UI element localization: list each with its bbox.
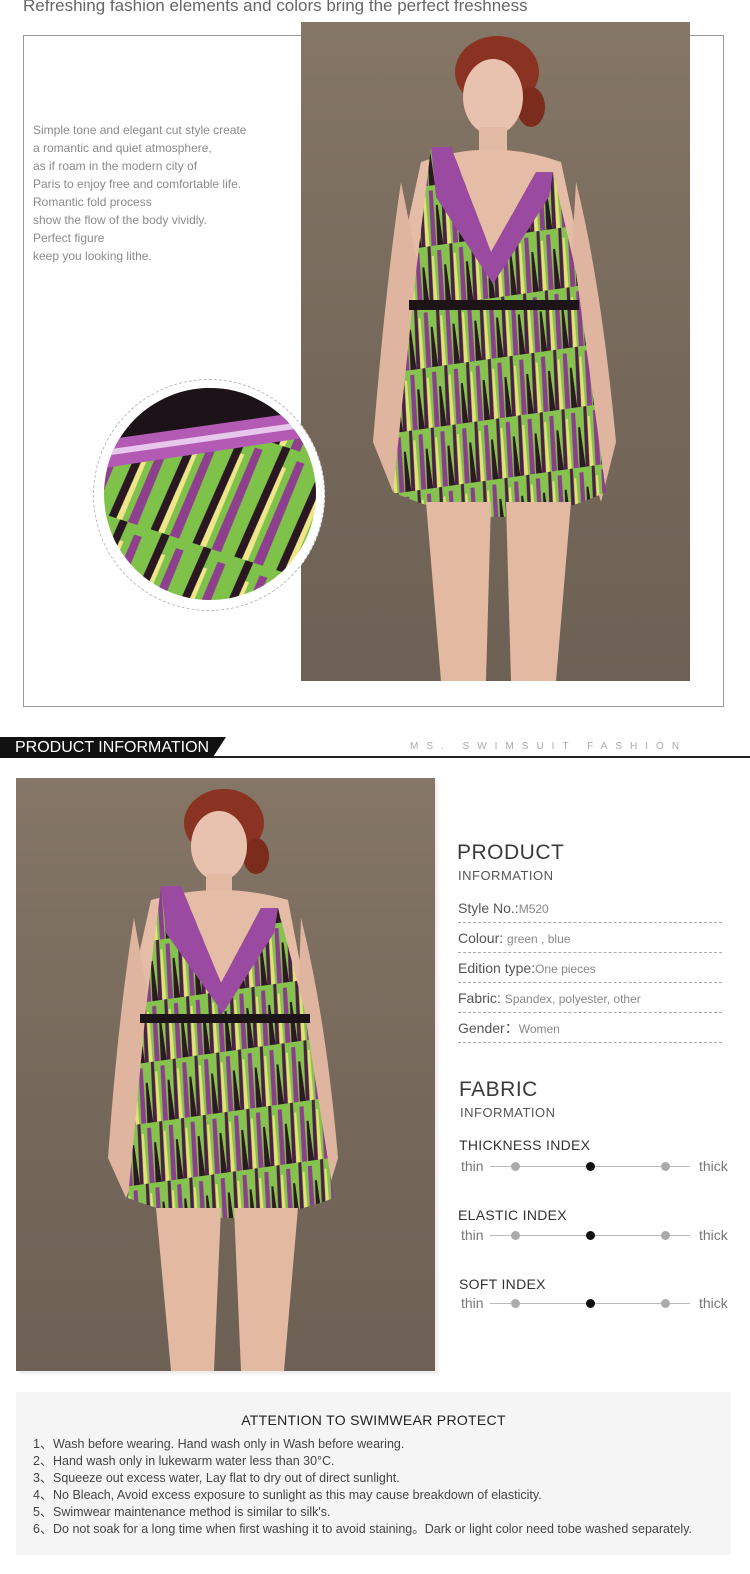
description-line: as if roam in the modern city of bbox=[33, 159, 198, 173]
item-number: 1、 bbox=[33, 1437, 53, 1451]
spec-label: Fabric: bbox=[458, 990, 505, 1006]
brand-tagline: MS. SWIMSUIT FASHION bbox=[410, 741, 688, 752]
item-text: No Bleach, Avoid excess exposure to sunl… bbox=[53, 1488, 542, 1502]
thickness-index-title: THICKNESS INDEX bbox=[459, 1137, 591, 1153]
item-number: 6、 bbox=[33, 1522, 53, 1536]
spec-row-colour: Colour: green , blue bbox=[458, 923, 722, 953]
item-number: 5、 bbox=[33, 1505, 53, 1519]
model-photo-product bbox=[16, 778, 435, 1371]
scale-min-label: thin bbox=[461, 1295, 484, 1311]
spec-value: green , blue bbox=[507, 932, 571, 946]
scale-dot bbox=[511, 1231, 520, 1240]
spec-row-fabric: Fabric: Spandex, polyester, other bbox=[458, 983, 722, 1013]
scale-min-label: thin bbox=[461, 1227, 484, 1243]
fabric-subtitle: INFORMATION bbox=[460, 1105, 556, 1120]
spec-label: Edition type: bbox=[458, 960, 536, 976]
description-line: Perfect figure bbox=[33, 231, 105, 245]
scale-dot bbox=[511, 1299, 520, 1308]
care-notice: ATTENTION TO SWIMWEAR PROTECT 1、Wash bef… bbox=[16, 1392, 731, 1555]
spec-value: Women bbox=[518, 1022, 560, 1036]
care-instruction: 1、Wash before wearing. Hand wash only in… bbox=[33, 1436, 692, 1453]
spec-row-edition: Edition type:One pieces bbox=[458, 953, 722, 983]
care-instructions-list: 1、Wash before wearing. Hand wash only in… bbox=[33, 1436, 692, 1538]
scale-dot bbox=[511, 1162, 520, 1171]
description-line: keep you looking lithe. bbox=[33, 249, 152, 263]
model-illustration bbox=[373, 36, 616, 681]
spec-value: M520 bbox=[518, 902, 549, 916]
spec-label: Colour: bbox=[458, 930, 508, 946]
scale-max-label: thick bbox=[699, 1295, 728, 1311]
spec-label: Style No.: bbox=[458, 900, 519, 916]
description-line: Paris to enjoy free and comfortable life… bbox=[33, 177, 242, 191]
care-instruction: 5、Swimwear maintenance method is similar… bbox=[33, 1504, 692, 1521]
soft-index-scale: thin thick bbox=[458, 1294, 738, 1312]
item-text: Hand wash only in lukewarm water less th… bbox=[53, 1454, 335, 1468]
section-label: PRODUCT INFORMATION bbox=[0, 737, 226, 758]
spec-row-style: Style No.:M520 bbox=[458, 893, 722, 923]
scale-dot-selected bbox=[586, 1231, 595, 1240]
description-line: Romantic fold process bbox=[33, 195, 152, 209]
care-instruction: 4、No Bleach, Avoid excess exposure to su… bbox=[33, 1487, 692, 1504]
spec-label: Gender： bbox=[458, 1020, 519, 1036]
care-instruction: 6、Do not soak for a long time when first… bbox=[33, 1521, 692, 1538]
scale-dot bbox=[661, 1162, 670, 1171]
care-notice-title: ATTENTION TO SWIMWEAR PROTECT bbox=[241, 1412, 506, 1428]
soft-index-title: SOFT INDEX bbox=[459, 1276, 546, 1292]
product-subtitle: INFORMATION bbox=[458, 868, 554, 883]
scale-dot-selected bbox=[586, 1162, 595, 1171]
fabric-title: FABRIC bbox=[459, 1078, 538, 1101]
model-illustration bbox=[108, 789, 338, 1371]
section-heading: Refreshing fashion elements and colors b… bbox=[23, 0, 528, 15]
item-number: 3、 bbox=[33, 1471, 53, 1485]
elastic-index-title: ELASTIC INDEX bbox=[458, 1207, 567, 1223]
scale-max-label: thick bbox=[699, 1227, 728, 1243]
scale-min-label: thin bbox=[461, 1158, 484, 1174]
spec-row-gender: Gender：Women bbox=[458, 1013, 722, 1043]
fabric-detail-image bbox=[104, 388, 316, 600]
item-number: 4、 bbox=[33, 1488, 53, 1502]
item-number: 2、 bbox=[33, 1454, 53, 1468]
scale-dot-selected bbox=[586, 1299, 595, 1308]
feature-description: Simple tone and elegant cut style create… bbox=[33, 121, 283, 265]
scale-dot bbox=[661, 1231, 670, 1240]
care-instruction: 3、Squeeze out excess water, Lay flat to … bbox=[33, 1470, 692, 1487]
spec-value: Spandex, polyester, other bbox=[504, 992, 641, 1006]
spec-value: One pieces bbox=[535, 962, 596, 976]
care-instruction: 2、Hand wash only in lukewarm water less … bbox=[33, 1453, 692, 1470]
product-title: PRODUCT bbox=[457, 841, 565, 864]
description-line: show the flow of the body vividly. bbox=[33, 213, 207, 227]
item-text: Do not soak for a long time when first w… bbox=[53, 1522, 692, 1536]
description-line: a romantic and quiet atmosphere, bbox=[33, 141, 212, 155]
thickness-index-scale: thin thick bbox=[458, 1157, 738, 1175]
elastic-index-scale: thin thick bbox=[458, 1226, 738, 1244]
item-text: Wash before wearing. Hand wash only in W… bbox=[53, 1437, 405, 1451]
scale-max-label: thick bbox=[699, 1158, 728, 1174]
item-text: Squeeze out excess water, Lay flat to dr… bbox=[53, 1471, 400, 1485]
fabric-detail-illustration bbox=[104, 388, 316, 600]
item-text: Swimwear maintenance method is similar t… bbox=[53, 1505, 331, 1519]
description-line: Simple tone and elegant cut style create bbox=[33, 123, 247, 137]
scale-dot bbox=[661, 1299, 670, 1308]
model-photo-main bbox=[301, 22, 690, 681]
